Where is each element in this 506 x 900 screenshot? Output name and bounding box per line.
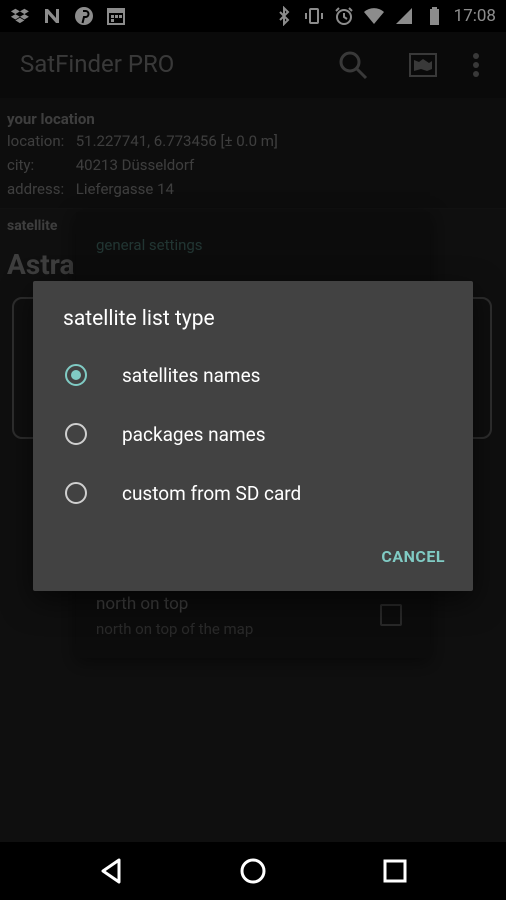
dialog-title: satellite list type [63, 307, 215, 331]
cancel-button[interactable]: CANCEL [381, 547, 445, 566]
option-custom-sd-card[interactable]: custom from SD card [33, 467, 473, 519]
option-packages-names[interactable]: packages names [33, 408, 473, 460]
home-icon[interactable] [238, 856, 268, 886]
radio-unselected-icon[interactable] [65, 423, 87, 445]
navigation-bar [0, 842, 506, 900]
back-icon[interactable] [97, 856, 127, 886]
radio-selected-icon[interactable] [65, 364, 87, 386]
recents-icon[interactable] [380, 856, 410, 886]
option-label: satellites names [122, 363, 261, 387]
option-satellites-names[interactable]: satellites names [33, 349, 473, 401]
radio-unselected-icon[interactable] [65, 482, 87, 504]
satellite-list-type-dialog: satellite list type satellites names pac… [33, 281, 473, 591]
option-label: packages names [122, 422, 266, 446]
option-label: custom from SD card [122, 481, 302, 505]
